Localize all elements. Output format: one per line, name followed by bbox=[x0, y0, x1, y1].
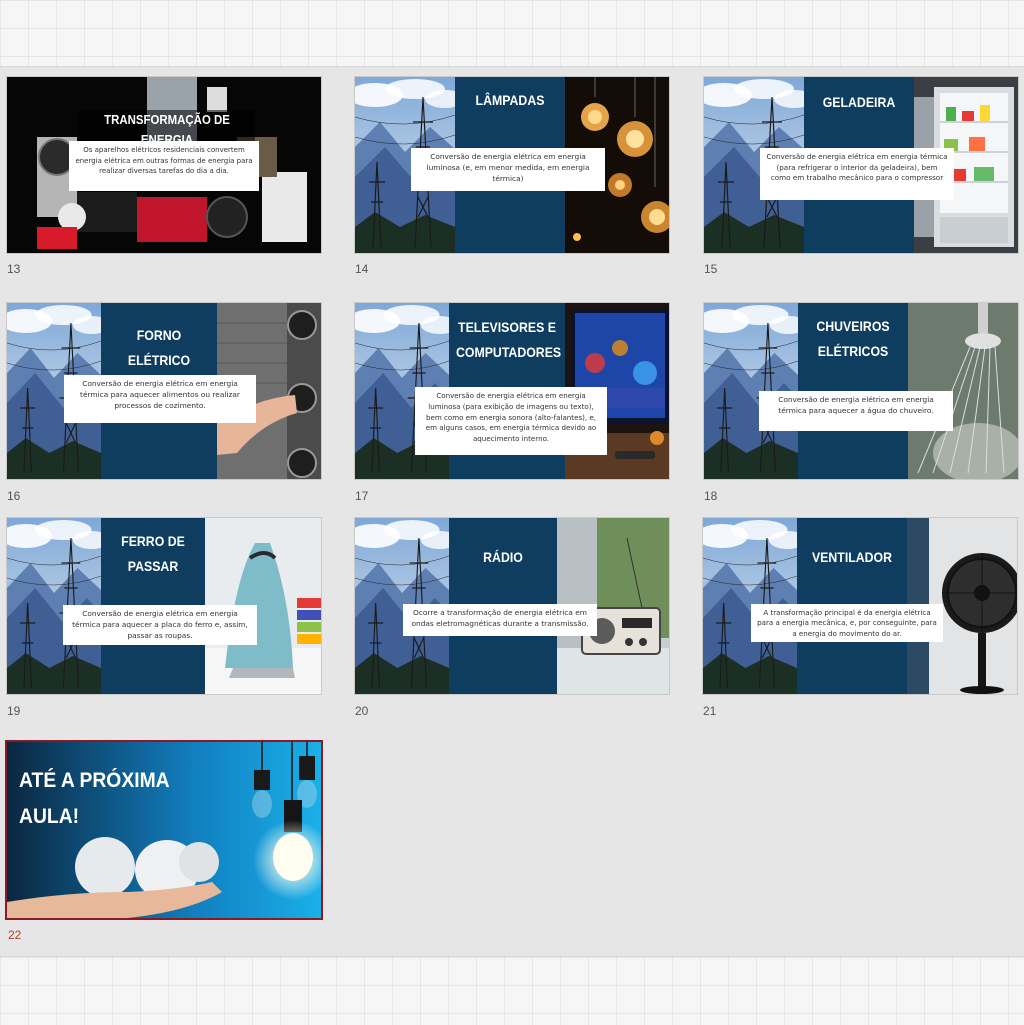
slide-15-number: 15 bbox=[704, 262, 718, 276]
slide-17-thumbnail[interactable]: TELEVISORES E COMPUTADORES Conversão de … bbox=[355, 303, 669, 479]
slide-22-number: 22 bbox=[8, 928, 22, 942]
slide-18-thumbnail[interactable]: CHUVEIROS ELÉTRICOS Conversão de energia… bbox=[704, 303, 1018, 479]
slide-16-textbox: Conversão de energia elétrica em energia… bbox=[64, 375, 256, 423]
slide-21-number: 21 bbox=[703, 704, 717, 718]
slide-22-thumbnail[interactable]: ATÉ A PRÓXIMA AULA! bbox=[7, 742, 321, 918]
slide-16-title: FORNO ELÉTRICO bbox=[127, 327, 191, 368]
slide-19-title-line-2: PASSAR bbox=[127, 558, 179, 574]
slide-17-number: 17 bbox=[355, 489, 369, 503]
slide-21-textbox: A transformação principal é da energia e… bbox=[751, 604, 943, 642]
slide-15-textbox: Conversão de energia elétrica em energia… bbox=[760, 148, 954, 200]
slide-21-title: VENTILADOR bbox=[811, 549, 893, 565]
slide-13-thumbnail[interactable]: TRANSFORMAÇÃO DE ENERGIA Os aparelhos el… bbox=[7, 77, 321, 253]
slide-14-thumbnail[interactable]: LÂMPADAS Conversão de energia elétrica e… bbox=[355, 77, 669, 253]
slide-19-textbox: Conversão de energia elétrica em energia… bbox=[63, 605, 257, 645]
slide-22-title-line-2: AULA! bbox=[19, 805, 80, 828]
slide-17-title-line-1: TELEVISORES E bbox=[458, 319, 556, 335]
slide-13-number: 13 bbox=[7, 262, 21, 276]
slide-16-thumbnail[interactable]: FORNO ELÉTRICO Conversão de energia elét… bbox=[7, 303, 321, 479]
slide-17-textbox: Conversão de energia elétrica em energia… bbox=[415, 387, 607, 455]
slide-21-thumbnail[interactable]: VENTILADOR A transformação principal é d… bbox=[703, 518, 1017, 694]
slide-20-number: 20 bbox=[355, 704, 369, 718]
slide-13-textbox: Os aparelhos elétricos residenciais conv… bbox=[69, 141, 259, 191]
slide-22-title-line-1: ATÉ A PRÓXIMA bbox=[19, 769, 170, 792]
slide-14-textbox: Conversão de energia elétrica em energia… bbox=[411, 148, 605, 191]
slide-20-textbox: Ocorre a transformação de energia elétri… bbox=[403, 604, 597, 636]
background-grid-top bbox=[0, 0, 1024, 67]
slide-18-title-line-1: CHUVEIROS bbox=[816, 318, 890, 334]
slide-18-title-line-2: ELÉTRICOS bbox=[817, 343, 889, 359]
slide-19-title-line-1: FERRO DE bbox=[121, 533, 185, 549]
slide-18-number: 18 bbox=[704, 489, 718, 503]
slide-20-thumbnail[interactable]: RÁDIO Ocorre a transformação de energia … bbox=[355, 518, 669, 694]
slide-16-number: 16 bbox=[7, 489, 21, 503]
slide-14-number: 14 bbox=[355, 262, 369, 276]
slide-17-title-line-2: COMPUTADORES bbox=[455, 344, 562, 360]
background-grid-bottom bbox=[0, 956, 1024, 1025]
slide-18-textbox: Conversão de energia elétrica em energia… bbox=[759, 391, 953, 431]
slide-19-thumbnail[interactable]: FERRO DE PASSAR Conversão de energia elé… bbox=[7, 518, 321, 694]
slide-19-number: 19 bbox=[7, 704, 21, 718]
slide-14-title: LÂMPADAS bbox=[475, 92, 545, 108]
slide-20-title: RÁDIO bbox=[483, 549, 523, 565]
slide-15-thumbnail[interactable]: GELADEIRA Conversão de energia elétrica … bbox=[704, 77, 1018, 253]
slide-15-title: GELADEIRA bbox=[822, 94, 896, 110]
